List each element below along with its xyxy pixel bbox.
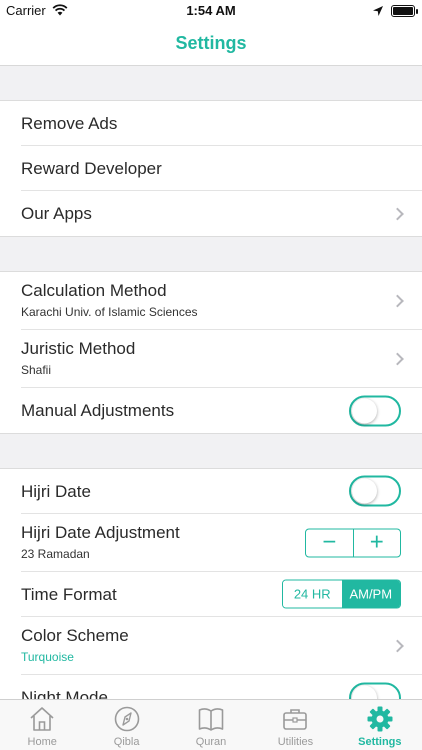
chevron-right-icon — [391, 639, 404, 652]
row-label: Calculation Method — [21, 281, 167, 300]
settings-group-purchases: Remove Ads Reward Developer Our Apps — [0, 101, 422, 237]
settings-group-display: Hijri Date Hijri Date Adjustment 23 Rama… — [0, 469, 422, 699]
row-label: Manual Adjustments — [21, 401, 175, 420]
time-format-segmented-control: 24 HR AM/PM — [282, 579, 401, 609]
manual-adjustments-toggle[interactable] — [349, 395, 401, 426]
section-spacer — [0, 237, 422, 272]
tab-settings[interactable]: Settings — [338, 700, 422, 750]
gear-icon — [367, 706, 393, 732]
row-label: Juristic Method — [21, 339, 136, 358]
home-icon — [30, 707, 54, 731]
tab-utilities[interactable]: Utilities — [253, 700, 337, 750]
time-format-row: Time Format 24 HR AM/PM — [21, 572, 422, 617]
briefcase-icon — [283, 709, 308, 730]
time-format-ampm-option[interactable]: AM/PM — [341, 580, 400, 608]
settings-list[interactable]: Remove Ads Reward Developer Our Apps Cal… — [0, 66, 422, 699]
tab-qibla[interactable]: Qibla — [84, 700, 168, 750]
remove-ads-row[interactable]: Remove Ads — [21, 101, 422, 146]
row-label: Remove Ads — [21, 114, 118, 133]
chevron-right-icon — [391, 207, 404, 220]
decrement-button[interactable]: − — [306, 529, 353, 556]
tab-label: Quran — [195, 736, 227, 748]
hijri-adjustment-stepper: − + — [305, 528, 401, 557]
tab-label: Utilities — [277, 736, 314, 748]
row-value: Turquoise — [21, 650, 74, 664]
book-icon — [198, 708, 224, 731]
color-scheme-row[interactable]: Color Scheme Turquoise — [21, 617, 422, 675]
hijri-date-toggle[interactable] — [349, 475, 401, 507]
our-apps-row[interactable]: Our Apps — [21, 191, 422, 236]
section-spacer — [0, 66, 422, 101]
status-bar: Carrier 1:54 AM — [0, 0, 422, 22]
hijri-date-adjustment-row: Hijri Date Adjustment 23 Ramadan − + — [21, 514, 422, 572]
time-format-24hr-option[interactable]: 24 HR — [283, 580, 342, 608]
row-label: Time Format — [21, 585, 117, 604]
chevron-right-icon — [391, 352, 404, 365]
settings-group-prayer: Calculation Method Karachi Univ. of Isla… — [0, 272, 422, 434]
tab-label: Home — [27, 736, 57, 748]
calculation-method-row[interactable]: Calculation Method Karachi Univ. of Isla… — [21, 272, 422, 330]
compass-icon — [114, 706, 139, 732]
row-label: Our Apps — [21, 204, 92, 223]
row-value: 23 Ramadan — [21, 547, 90, 561]
section-spacer — [0, 434, 422, 469]
location-arrow-icon — [373, 6, 383, 16]
row-value: Karachi Univ. of Islamic Sciences — [21, 305, 198, 319]
tab-label: Settings — [358, 736, 402, 748]
hijri-date-row: Hijri Date — [21, 469, 422, 514]
navigation-bar: Settings — [0, 22, 422, 66]
battery-icon — [391, 5, 418, 17]
tab-label: Qibla — [113, 736, 140, 748]
night-mode-toggle[interactable] — [349, 682, 401, 699]
status-time: 1:54 AM — [186, 3, 236, 18]
increment-button[interactable]: + — [352, 529, 401, 556]
row-label: Hijri Date Adjustment — [21, 523, 180, 542]
manual-adjustments-row: Manual Adjustments — [21, 388, 422, 433]
row-label: Reward Developer — [21, 159, 162, 178]
tab-quran[interactable]: Quran — [169, 700, 253, 750]
chevron-right-icon — [391, 294, 404, 307]
tab-bar: Home Qibla Quran Utilities Settings — [0, 699, 422, 750]
juristic-method-row[interactable]: Juristic Method Shafii — [21, 330, 422, 388]
night-mode-row: Night Mode — [21, 675, 422, 699]
row-label: Hijri Date — [21, 482, 91, 501]
page-title: Settings — [175, 33, 247, 53]
row-label: Color Scheme — [21, 626, 129, 645]
row-value: Shafii — [21, 363, 52, 377]
tab-home[interactable]: Home — [0, 700, 84, 750]
reward-developer-row[interactable]: Reward Developer — [21, 146, 422, 191]
row-label: Night Mode — [21, 688, 108, 699]
